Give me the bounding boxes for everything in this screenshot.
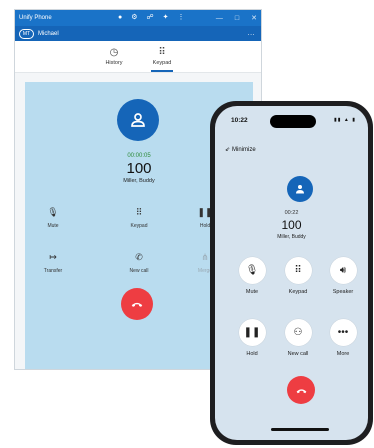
status-bar-icons: ▮▮ ▲ ▮: [334, 117, 356, 123]
wifi-icon: ▲: [343, 117, 350, 123]
mute-button[interactable]: 🎙︎ Mute: [33, 206, 73, 229]
clock-icon: ◷: [109, 46, 119, 58]
home-indicator[interactable]: [271, 428, 329, 431]
speaker-icon: 🔊︎: [329, 257, 357, 284]
more-icon: •••: [329, 319, 357, 346]
caller-avatar: [117, 99, 159, 141]
transfer-icon: ↦: [49, 252, 57, 262]
hold-label: Hold: [199, 223, 211, 229]
keypad-label: Keypad: [130, 223, 148, 229]
close-icon[interactable]: ✕: [251, 14, 257, 22]
kebab-menu-icon[interactable]: ⋮: [177, 10, 184, 26]
new-call-button[interactable]: ⚇ New call: [278, 319, 318, 357]
camera-icon[interactable]: ●: [118, 10, 122, 26]
tab-keypad-label: Keypad: [152, 59, 172, 66]
minimize-arrows-icon: ⇙: [225, 147, 231, 153]
mute-label: Mute: [245, 289, 259, 295]
more-options-icon[interactable]: ...: [248, 26, 255, 41]
hold-label: Hold: [246, 351, 258, 357]
transfer-button[interactable]: ↦ Transfer: [33, 251, 73, 274]
tab-keypad[interactable]: ⠿ Keypad: [147, 41, 177, 72]
speaker-button[interactable]: 🔊︎ Speaker: [323, 257, 363, 295]
user-avatar[interactable]: MT: [19, 28, 34, 39]
keypad-button[interactable]: ⠿ Keypad: [119, 206, 159, 229]
titlebar-icons: ● ⚙ ☍ ✦ ⋮: [118, 10, 184, 26]
mic-off-icon: 🎙︎: [47, 207, 59, 217]
app-title: Unify Phone: [19, 15, 52, 21]
nav-tabs: ◷ History ⠿ Keypad: [15, 41, 261, 73]
battery-icon: ▮: [352, 117, 356, 123]
caller-name: Miller, Buddy: [277, 234, 306, 240]
tab-history[interactable]: ◷ History: [99, 41, 129, 72]
window-controls: — □ ✕: [216, 10, 257, 26]
key-icon[interactable]: ⚙: [131, 10, 137, 26]
phone-screen: 10:22 ▮▮ ▲ ▮ ⇙ Minimize 00:22 100 Miller…: [215, 106, 368, 440]
call-number: 100: [281, 218, 302, 232]
minimize-icon[interactable]: —: [216, 15, 223, 22]
person-icon: [131, 113, 145, 127]
dialpad-icon: ⠿: [135, 207, 143, 217]
minimize-label: Minimize: [232, 146, 256, 153]
more-button[interactable]: ••• More: [323, 319, 363, 357]
pause-icon: ❚❚: [238, 319, 266, 346]
user-bar: MT Michael ...: [15, 26, 261, 41]
dynamic-island: [270, 115, 316, 128]
voicemail-icon[interactable]: ☍: [147, 10, 154, 26]
add-user-icon: ⚇: [284, 319, 312, 346]
new-call-label: New call: [287, 351, 309, 357]
tab-history-label: History: [105, 59, 123, 66]
person-icon: [296, 185, 304, 194]
new-call-label: New call: [129, 268, 149, 274]
add-call-icon: ✆: [135, 252, 143, 262]
speaker-label: Speaker: [332, 289, 354, 295]
hold-button[interactable]: ❚❚ Hold: [232, 319, 272, 357]
minimize-button[interactable]: ⇙ Minimize: [225, 146, 256, 154]
new-call-button[interactable]: ✆ New call: [119, 251, 159, 274]
user-name: Michael: [38, 30, 59, 37]
keypad-label: Keypad: [288, 289, 308, 295]
call-timer: 00:22: [284, 210, 299, 216]
transfer-label: Transfer: [43, 268, 63, 274]
more-label: More: [336, 351, 350, 357]
status-bar-time: 10:22: [231, 117, 248, 124]
mute-button[interactable]: 🎙︎ Mute: [232, 257, 272, 295]
keypad-button[interactable]: ⠿ Keypad: [278, 257, 318, 295]
hang-up-button[interactable]: [287, 376, 315, 404]
mute-label: Mute: [47, 223, 59, 229]
mic-off-icon: 🎙︎: [238, 257, 266, 284]
puzzle-icon[interactable]: ✦: [163, 10, 169, 26]
dialpad-icon: ⠿: [158, 46, 166, 58]
hang-up-icon: [131, 302, 143, 307]
hang-up-icon: [296, 388, 306, 393]
caller-avatar: [287, 176, 313, 202]
dialpad-icon: ⠿: [284, 257, 312, 284]
hang-up-button[interactable]: [121, 288, 153, 320]
maximize-icon[interactable]: □: [235, 15, 239, 22]
mobile-phone: 10:22 ▮▮ ▲ ▮ ⇙ Minimize 00:22 100 Miller…: [210, 101, 373, 445]
title-bar: Unify Phone ● ⚙ ☍ ✦ ⋮ — □ ✕: [15, 10, 261, 26]
signal-icon: ▮▮: [333, 117, 342, 123]
